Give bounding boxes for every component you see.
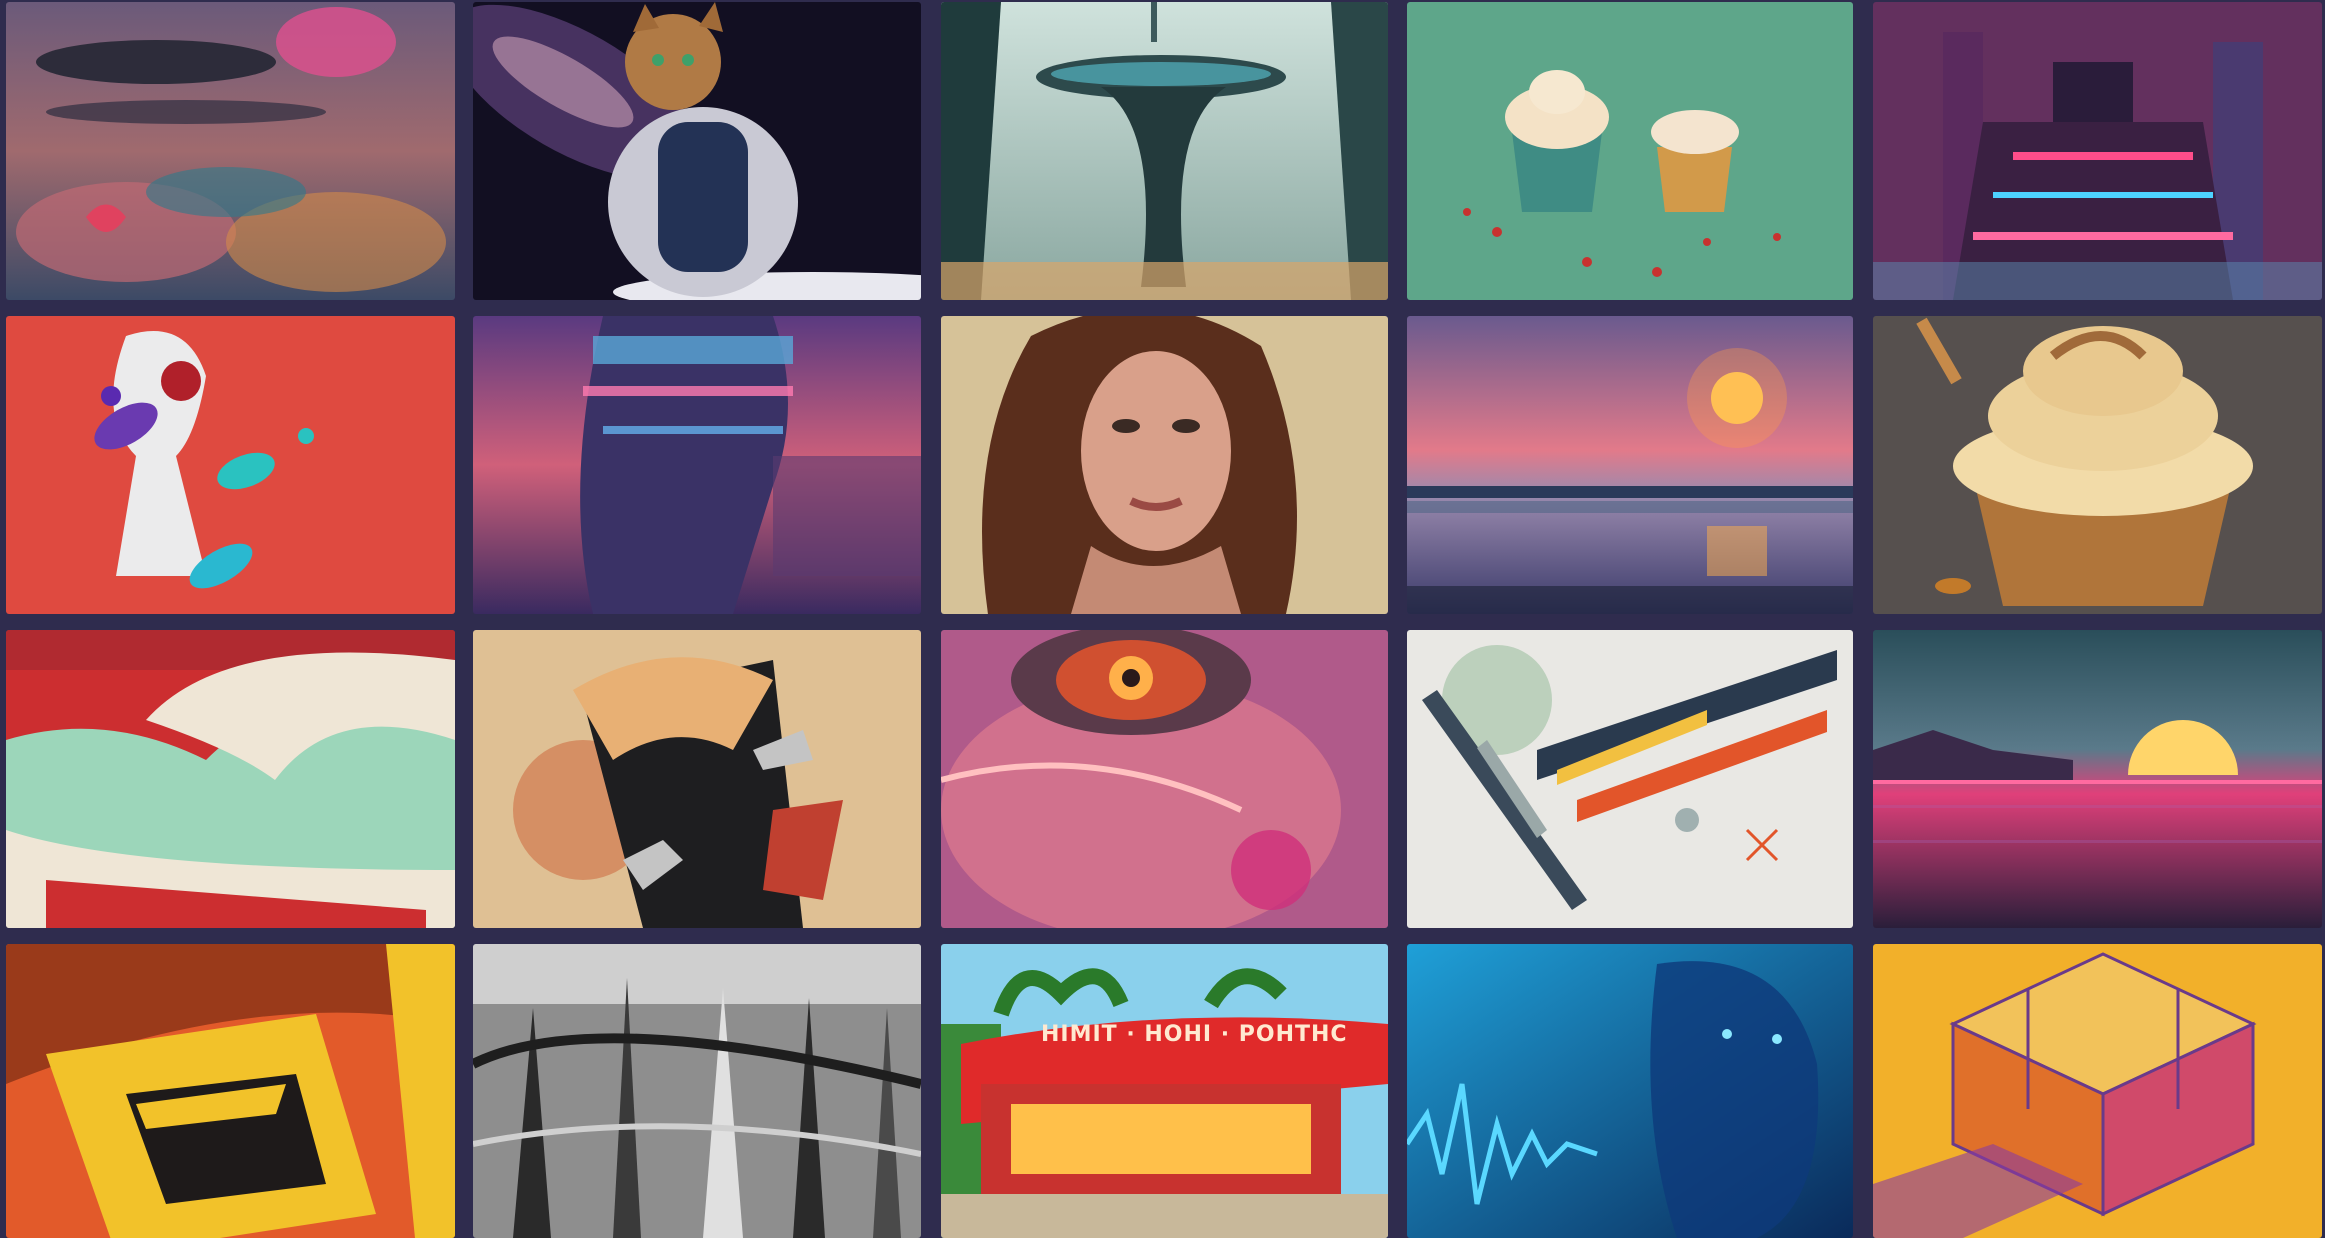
fantasy-ships-image [6, 2, 455, 300]
gallery-tile-sunset-lake[interactable] [1407, 316, 1853, 614]
gallery-tile-isometric-cube[interactable] [1873, 944, 2322, 1238]
gallery-tile-woman-portrait[interactable] [941, 316, 1388, 614]
gallery-tile-eye-painting[interactable] [941, 630, 1388, 928]
gallery-tile-neon-city[interactable] [1873, 2, 2322, 300]
ice-cream-image [1873, 316, 2322, 614]
gallery-tile-retro-sunset[interactable] [1873, 630, 2322, 928]
futuristic-city-image [941, 2, 1388, 300]
statue-collage-image [6, 316, 455, 614]
book-collage-image [473, 630, 921, 928]
digital-face-image [1407, 944, 1853, 1238]
wave-illustration-image [6, 630, 455, 928]
gallery-tile-abstract-shapes[interactable] [1407, 630, 1853, 928]
cat-astronaut-image [473, 2, 921, 300]
food-stand-sign: HIMIT · HOHI · POHTHC [1041, 1022, 1348, 1047]
cupcakes-image [1407, 2, 1853, 300]
gallery-tile-futuristic-city[interactable] [941, 2, 1388, 300]
gallery-tile-cupcakes[interactable] [1407, 2, 1853, 300]
gallery-tile-forest-sketch[interactable] [473, 944, 921, 1238]
forest-sketch-image [473, 944, 921, 1238]
retro-sunset-image [1873, 630, 2322, 928]
food-stand-image [941, 944, 1388, 1238]
gallery-tile-cat-astronaut[interactable] [473, 2, 921, 300]
synthwave-portrait-image [473, 316, 921, 614]
woman-portrait-image [941, 316, 1388, 614]
gallery-tile-synthwave-portrait[interactable] [473, 316, 921, 614]
abstract-shapes-image [1407, 630, 1853, 928]
gallery-tile-statue-collage[interactable] [6, 316, 455, 614]
neon-city-image [1873, 2, 2322, 300]
sunset-lake-image [1407, 316, 1853, 614]
gallery-tile-wave-illustration[interactable] [6, 630, 455, 928]
gallery-tile-fantasy-ships[interactable] [6, 2, 455, 300]
gallery-tile-book-collage[interactable] [473, 630, 921, 928]
eye-painting-image [941, 630, 1388, 928]
comic-face-image [6, 944, 455, 1238]
gallery-tile-comic-face[interactable] [6, 944, 455, 1238]
image-gallery: HIMIT · HOHI · POHTHC [0, 0, 2325, 1238]
gallery-tile-digital-face[interactable] [1407, 944, 1853, 1238]
gallery-tile-ice-cream[interactable] [1873, 316, 2322, 614]
isometric-cube-image [1873, 944, 2322, 1238]
gallery-tile-food-stand[interactable]: HIMIT · HOHI · POHTHC [941, 944, 1388, 1238]
